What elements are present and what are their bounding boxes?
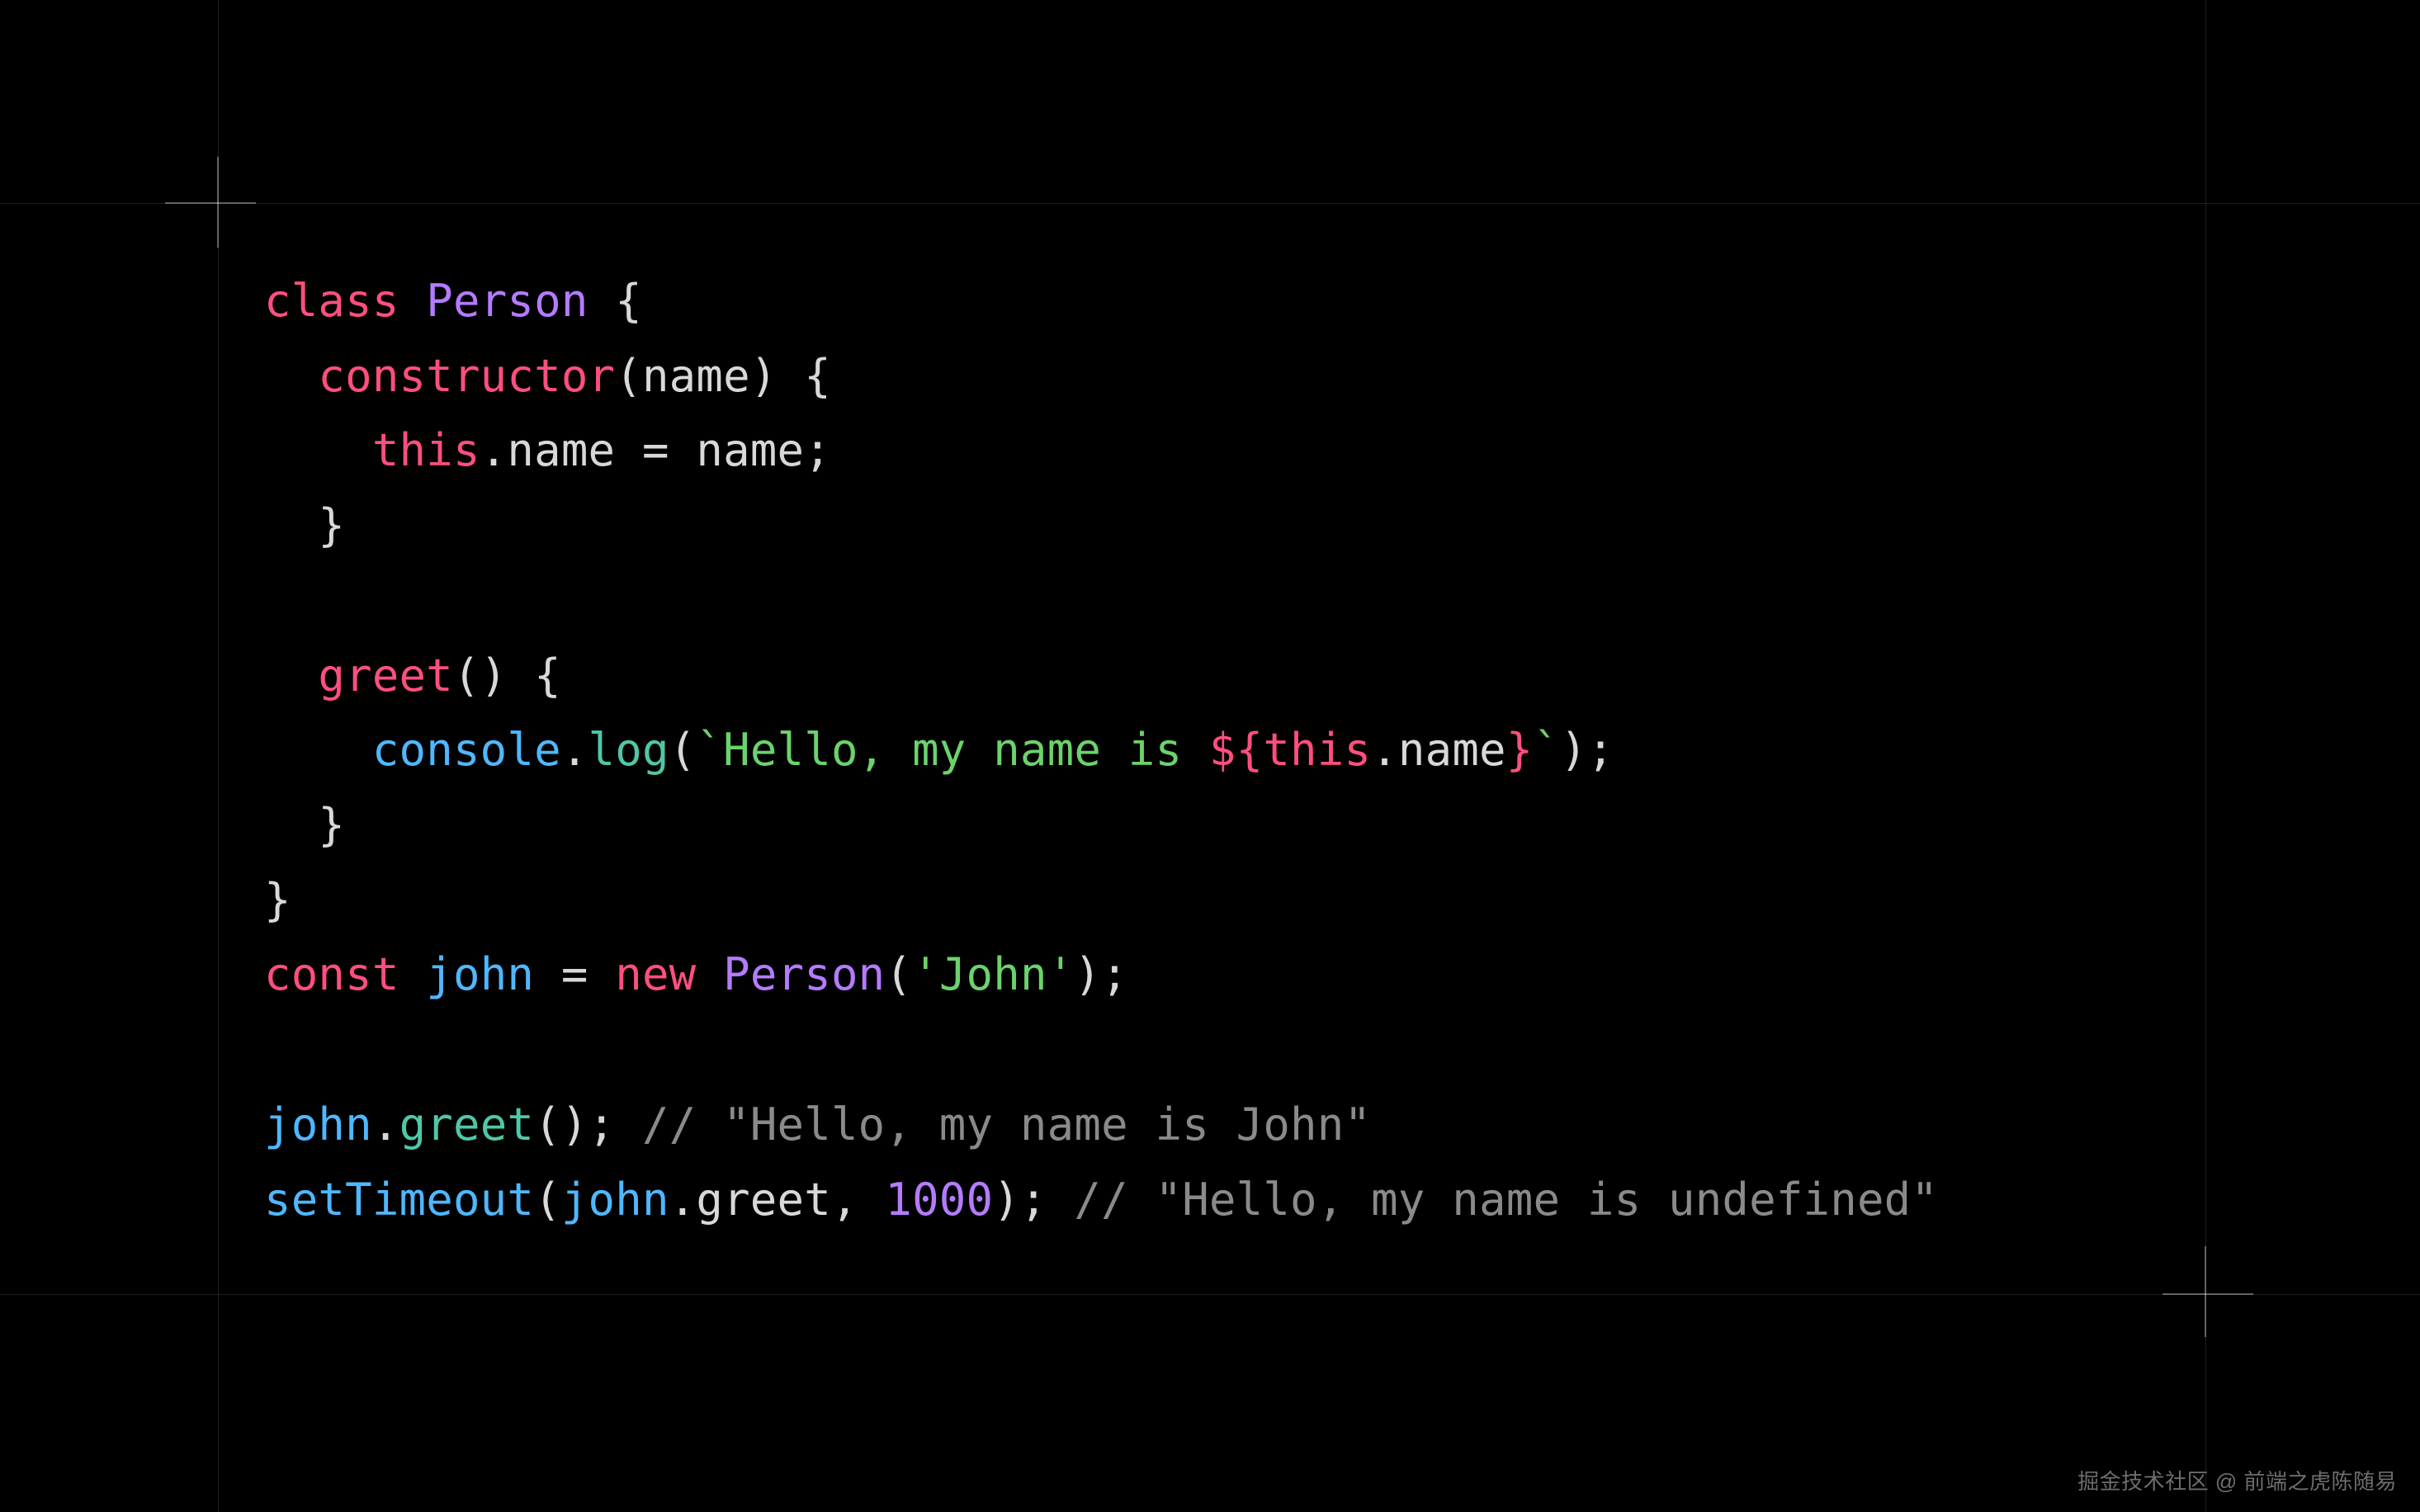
- code-line-13: setTimeout(john.greet, 1000); // "Hello,…: [264, 1174, 1938, 1226]
- ident-console: console: [372, 724, 561, 776]
- ident-john: john: [426, 948, 534, 1000]
- code-line-4: }: [264, 499, 345, 551]
- code-line-9: }: [264, 874, 291, 926]
- code-line-12: john.greet(); // "Hello, my name is John…: [264, 1099, 1371, 1151]
- class-name-person: Person: [723, 948, 885, 1000]
- crosshair-top-left-icon: [217, 157, 219, 248]
- code-line-8: }: [264, 799, 345, 851]
- comment-output-undefined: // "Hello, my name is undefined": [1074, 1174, 1938, 1226]
- constructor-keyword: constructor: [318, 350, 615, 402]
- keyword-this: this: [372, 424, 480, 476]
- guide-line-top: [0, 203, 2420, 204]
- template-string: `Hello, my name is: [696, 724, 1209, 776]
- crosshair-bottom-right-icon: [2162, 1293, 2253, 1295]
- keyword-class: class: [264, 275, 399, 327]
- crosshair-top-left-icon: [165, 202, 256, 204]
- watermark-text: 掘金技术社区 @ 前端之虎陈随易: [2077, 1465, 2397, 1495]
- code-line-7: console.log(`Hello, my name is ${this.na…: [264, 724, 1614, 776]
- method-greet-decl: greet: [318, 650, 453, 702]
- ident-john: john: [264, 1099, 372, 1151]
- class-name-person: Person: [426, 275, 588, 327]
- code-line-2: constructor(name) {: [264, 350, 831, 402]
- code-line-10: const john = new Person('John');: [264, 948, 1128, 1000]
- code-line-3: this.name = name;: [264, 424, 831, 476]
- crosshair-bottom-right-icon: [2205, 1246, 2206, 1337]
- code-line-6: greet() {: [264, 650, 561, 702]
- method-ref-greet: greet: [696, 1174, 831, 1226]
- comment-output-john: // "Hello, my name is John": [642, 1099, 1371, 1151]
- guide-line-bottom: [0, 1294, 2420, 1295]
- code-line-1: class Person {: [264, 275, 642, 327]
- keyword-new: new: [615, 948, 696, 1000]
- keyword-this: this: [1263, 724, 1371, 776]
- number-1000: 1000: [885, 1174, 993, 1226]
- code-snippet: class Person { constructor(name) { this.…: [264, 264, 1938, 1237]
- string-john: 'John': [912, 948, 1074, 1000]
- method-greet-call: greet: [399, 1099, 535, 1151]
- keyword-const: const: [264, 948, 399, 1000]
- method-log: log: [588, 724, 669, 776]
- param-name: name: [642, 350, 750, 402]
- ident-settimeout: setTimeout: [264, 1174, 534, 1226]
- ident-john: john: [561, 1174, 669, 1226]
